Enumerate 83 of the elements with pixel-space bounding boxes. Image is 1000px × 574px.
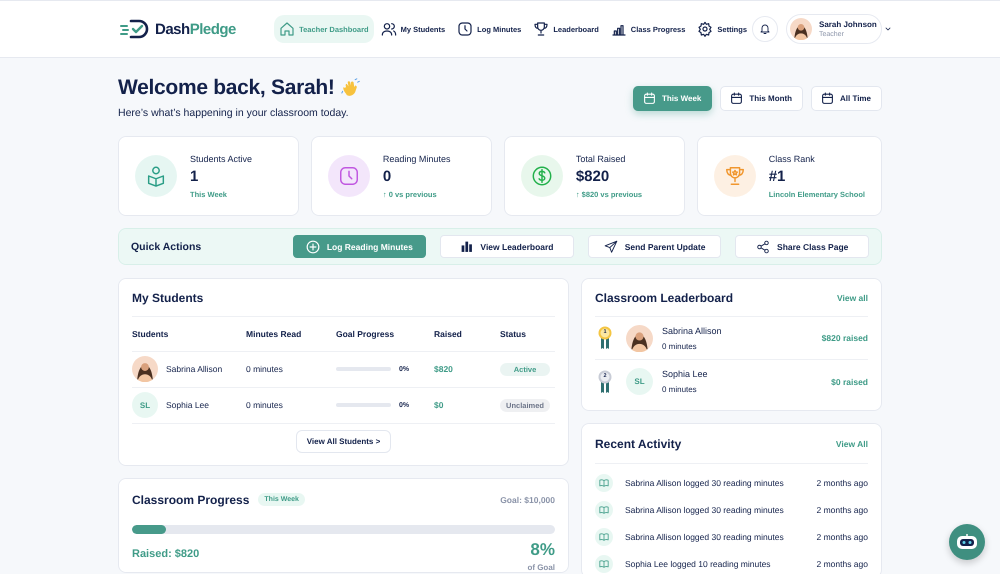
raised-total: Raised: $820 <box>132 548 200 562</box>
action-button[interactable]: Send Parent Update <box>588 235 722 258</box>
minutes-read: 0 minutes <box>246 364 283 374</box>
student-name: Sabrina Allison <box>662 326 722 336</box>
raised-amount: $0 raised <box>831 376 868 386</box>
raised-amount: $0 <box>434 400 444 410</box>
book-icon <box>599 504 609 514</box>
logo-wordmark[interactable]: DashPledge <box>155 20 236 38</box>
chat-assistant-button[interactable] <box>949 524 985 560</box>
activity-text: Sophia Lee logged 10 reading minutes <box>625 558 771 568</box>
student-name: Sabrina Allison <box>166 364 222 374</box>
student-name: Sophia Lee <box>662 369 708 379</box>
activity-time: 2 months ago <box>816 478 868 488</box>
clock-icon <box>338 165 360 187</box>
activity-time: 2 months ago <box>816 504 868 514</box>
goal-amount: Goal: $10,000 <box>500 494 555 504</box>
bell-icon <box>759 23 771 35</box>
stat-value: #1 <box>768 168 786 184</box>
goal-caption: of Goal <box>527 562 555 572</box>
avatar-icon <box>626 324 653 352</box>
stat-value: $820 <box>576 168 610 184</box>
activity-time: 2 months ago <box>816 558 868 568</box>
reader-icon <box>145 165 167 187</box>
share-icon <box>756 240 770 254</box>
stat-label: Students Active <box>190 154 252 164</box>
bar-chart-icon <box>460 240 474 253</box>
clock-icon <box>457 21 474 37</box>
card-title: My Students <box>132 290 204 304</box>
avatar-icon <box>790 18 812 40</box>
trophy-icon <box>724 165 746 187</box>
avatar-initials: SL <box>132 392 158 418</box>
welcome-subtitle: Here’s what’s happening in your classroom today. <box>118 107 350 119</box>
welcome-title: Welcome back, Sarah! <box>118 76 335 100</box>
column-header: Goal Progress <box>336 328 394 339</box>
card-title: Recent Activity <box>595 436 682 450</box>
notifications-button[interactable] <box>752 16 778 42</box>
minutes-read: 0 minutes <box>662 342 698 350</box>
calendar-icon <box>730 92 744 105</box>
calendar-icon <box>821 92 834 105</box>
student-name: Sophia Lee <box>166 400 210 410</box>
avatar-initials: SL <box>626 368 653 395</box>
waving-hand-icon <box>340 78 361 98</box>
chevron-down-icon <box>884 25 892 33</box>
quick-actions-title: Quick Actions <box>131 240 202 252</box>
period-filter[interactable]: All Time <box>811 86 882 111</box>
card-title: Classroom Leaderboard <box>595 290 734 304</box>
column-header: Status <box>500 328 526 339</box>
activity-time: 2 months ago <box>816 532 868 542</box>
minutes-read: 0 minutes <box>246 400 283 410</box>
action-button[interactable]: View Leaderboard <box>440 235 574 258</box>
robot-icon <box>956 533 978 551</box>
dollar-icon <box>530 165 553 187</box>
calendar-icon <box>642 92 656 105</box>
send-icon <box>604 240 618 254</box>
stat-label: Total Raised <box>576 154 626 164</box>
trophy-icon <box>533 21 550 37</box>
activity-text: Sabrina Allison logged 30 reading minutes <box>625 532 784 542</box>
book-icon <box>599 478 609 488</box>
stat-label: Reading Minutes <box>382 154 450 164</box>
stat-label: Class Rank <box>768 154 816 164</box>
raised-amount: $820 <box>434 364 453 374</box>
activity-text: Sabrina Allison logged 30 reading minutes <box>625 478 784 488</box>
view-all-students-button[interactable]: View All Students > <box>296 430 392 452</box>
activity-text: Sabrina Allison logged 30 reading minutes <box>625 504 784 514</box>
users-icon <box>380 21 397 37</box>
minutes-read: 0 minutes <box>662 385 698 394</box>
column-header: Raised <box>434 328 462 339</box>
stat-value: 1 <box>190 168 200 184</box>
column-header: Minutes Read <box>246 328 302 339</box>
stat-value: 0 <box>382 168 392 184</box>
card-title: Classroom Progress <box>132 492 250 506</box>
home-icon <box>279 21 296 37</box>
column-header: Students <box>132 328 168 339</box>
period-filter[interactable]: This Month <box>720 86 804 111</box>
action-button[interactable]: Share Class Page <box>735 235 870 258</box>
book-icon <box>599 532 609 542</box>
book-icon <box>599 558 609 568</box>
goal-percent: 8% <box>529 540 555 560</box>
plus-circle-icon <box>306 240 320 254</box>
raised-amount: $820 raised <box>822 333 868 343</box>
settings-icon <box>697 21 714 37</box>
avatar-icon <box>132 356 158 382</box>
user-name: Sarah Johnson <box>819 20 877 29</box>
